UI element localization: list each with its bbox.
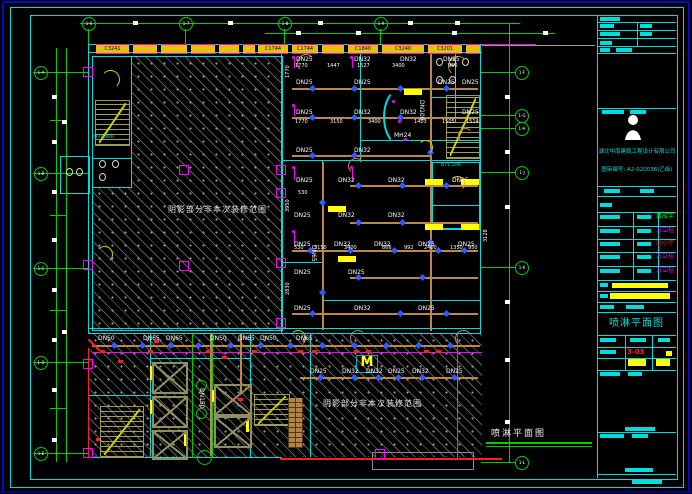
- elevator-5: [214, 416, 252, 448]
- elevator-3: [152, 430, 188, 460]
- company-name: 湖北中南建筑工程设计有限公司: [598, 147, 676, 155]
- m-logo: M: [356, 355, 378, 373]
- door-arc: [297, 54, 315, 72]
- door-arc-yellow: [450, 176, 465, 191]
- wc-block-topleft: [92, 158, 132, 188]
- door-arc-yellow: [418, 140, 433, 155]
- service-block-left: [60, 156, 90, 194]
- shaft-brick: [288, 398, 303, 448]
- cad-drawing-canvas[interactable]: C3241C1744C1744C1840C3240C3201 M DN25DN3…: [0, 0, 692, 494]
- stair-core-b: [254, 394, 290, 426]
- shade-note-lower: 阴影部分非本次装修范围: [323, 398, 422, 409]
- door-arc-yellow: [96, 246, 113, 263]
- titleblock-drawing-title: 喷淋平面图: [597, 314, 676, 329]
- outer-border-bottom: [0, 491, 692, 493]
- door-arc: [350, 330, 366, 346]
- shade-note-upper: 阴影部分非本次装修范围: [168, 204, 267, 215]
- door-arc-yellow: [101, 70, 120, 89]
- drawing-number: 3-03: [627, 348, 645, 356]
- entrance-vestibule: [372, 452, 474, 470]
- door-arc-yellow: [290, 330, 306, 346]
- elevator-1: [152, 362, 188, 394]
- stair-top-right: [446, 95, 480, 159]
- stair-core-a: [100, 406, 144, 458]
- door-arc: [455, 330, 472, 347]
- elevator-4: [214, 384, 252, 416]
- curved-wall-arc: [383, 87, 421, 147]
- company-logo: [622, 112, 644, 146]
- logo-icon: [622, 112, 644, 142]
- elevator-2: [152, 396, 188, 428]
- door-arc: [448, 56, 468, 76]
- door-arc: [348, 158, 364, 174]
- door-arc: [458, 128, 473, 143]
- room-box-midright: [432, 162, 480, 230]
- review-number: 图审编号: A2-020036(乙级): [598, 165, 676, 173]
- drawing-view-title: 喷淋平面图: [491, 426, 546, 439]
- stair-top-left: [95, 100, 130, 146]
